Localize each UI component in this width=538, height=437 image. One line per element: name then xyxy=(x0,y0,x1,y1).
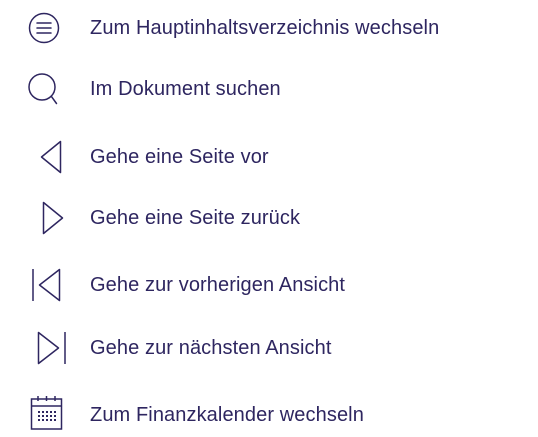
chevron-right-icon xyxy=(22,196,66,240)
nav-item-label: Gehe zur vorherigen Ansicht xyxy=(90,274,346,296)
search-icon xyxy=(22,67,66,111)
skip-back-icon xyxy=(22,263,66,307)
nav-item-page-forward[interactable]: Gehe eine Seite vor xyxy=(0,135,538,179)
chevron-left-icon xyxy=(22,135,66,179)
menu-circle-icon xyxy=(22,6,66,50)
nav-item-label: Gehe eine Seite vor xyxy=(90,146,269,168)
calendar-icon xyxy=(22,393,66,437)
nav-item-financial-calendar[interactable]: Zum Finanzkalender wechseln xyxy=(0,393,538,437)
nav-item-page-back[interactable]: Gehe eine Seite zurück xyxy=(0,196,538,240)
nav-item-label: Zum Hauptinhaltsverzeichnis wechseln xyxy=(90,17,440,39)
nav-item-label: Zum Finanzkalender wechseln xyxy=(90,404,364,426)
nav-item-label: Gehe zur nächsten Ansicht xyxy=(90,337,332,359)
nav-item-table-of-contents[interactable]: Zum Hauptinhaltsverzeichnis wechseln xyxy=(0,6,538,50)
navigation-menu: Zum Hauptinhaltsverzeichnis wechseln Im … xyxy=(0,0,538,432)
skip-forward-icon xyxy=(22,326,66,370)
nav-item-next-view[interactable]: Gehe zur nächsten Ansicht xyxy=(0,326,538,370)
nav-item-previous-view[interactable]: Gehe zur vorherigen Ansicht xyxy=(0,263,538,307)
nav-item-label: Gehe eine Seite zurück xyxy=(90,207,301,229)
nav-item-search[interactable]: Im Dokument suchen xyxy=(0,67,538,111)
nav-item-label: Im Dokument suchen xyxy=(90,78,281,100)
